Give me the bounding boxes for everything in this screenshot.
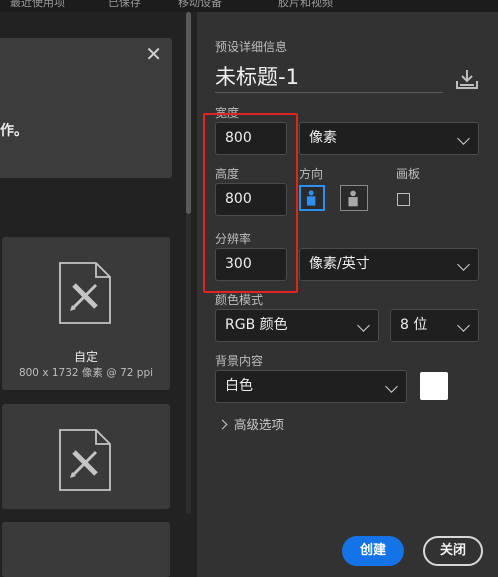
advanced-options-toggle[interactable]: 高级选项 <box>217 414 285 433</box>
landscape-orientation-icon[interactable] <box>340 185 368 211</box>
color-mode-value: RGB 颜色 <box>225 317 288 333</box>
preset-details-panel: 预设详细信息 未标题-1 宽度 800 像素 高度 方向 画板 800 分辨率 … <box>197 12 498 577</box>
tab-recent[interactable]: 最近使用项 <box>10 0 65 10</box>
chevron-down-icon <box>457 258 470 271</box>
chevron-down-icon <box>457 319 470 332</box>
advanced-options-label: 高级选项 <box>234 417 285 432</box>
document-ruler-icon <box>59 262 111 324</box>
artboard-checkbox[interactable] <box>397 193 410 206</box>
new-document-dialog: 最近使用项 已保存 移动设备 胶片和视频 ✕ 作。 自定 800 x 1732 … <box>0 0 498 577</box>
preset-gallery: ✕ 作。 自定 800 x 1732 像素 @ 72 ppi <box>0 12 195 577</box>
width-unit-value: 像素 <box>309 130 337 146</box>
preset-dimensions: 800 x 1732 像素 @ 72 ppi <box>18 367 154 379</box>
chevron-right-icon <box>217 419 228 430</box>
background-select[interactable]: 白色 <box>215 370 407 403</box>
gallery-scrollbar-track[interactable] <box>186 214 191 514</box>
info-banner: ✕ 作。 <box>0 38 172 178</box>
close-button[interactable]: 关闭 <box>423 536 483 566</box>
details-heading: 预设详细信息 <box>215 40 288 54</box>
background-value: 白色 <box>225 378 253 394</box>
resolution-unit-value: 像素/英寸 <box>309 256 370 272</box>
resolution-input[interactable]: 300 <box>215 248 287 281</box>
bit-depth-select[interactable]: 8 位 <box>390 309 479 342</box>
chevron-down-icon <box>385 380 398 393</box>
preset-card-2[interactable] <box>2 404 170 509</box>
chevron-down-icon <box>457 132 470 145</box>
document-ruler-icon <box>59 429 111 491</box>
height-label: 高度 <box>215 167 240 181</box>
width-unit-select[interactable]: 像素 <box>299 122 479 155</box>
height-input[interactable]: 800 <box>215 183 287 216</box>
preset-name: 自定 <box>73 350 98 364</box>
create-button[interactable]: 创建 <box>342 536 404 566</box>
tab-film-video[interactable]: 胶片和视频 <box>278 0 333 10</box>
artboard-label: 画板 <box>396 167 421 181</box>
background-color-swatch[interactable] <box>420 372 448 400</box>
gallery-scrollbar-thumb[interactable] <box>186 12 191 214</box>
preset-tab-strip: 最近使用项 已保存 移动设备 胶片和视频 <box>0 0 498 12</box>
width-input[interactable]: 800 <box>215 122 287 155</box>
preset-card-3[interactable] <box>2 522 170 577</box>
color-mode-select[interactable]: RGB 颜色 <box>215 309 379 342</box>
tab-saved[interactable]: 已保存 <box>108 0 141 10</box>
portrait-orientation-icon[interactable] <box>299 185 325 211</box>
chevron-down-icon <box>357 319 370 332</box>
banner-text: 作。 <box>0 123 28 139</box>
width-label: 宽度 <box>215 106 240 120</box>
close-icon[interactable]: ✕ <box>145 44 162 64</box>
preset-card-custom[interactable]: 自定 800 x 1732 像素 @ 72 ppi <box>2 237 170 390</box>
resolution-unit-select[interactable]: 像素/英寸 <box>299 248 479 281</box>
tab-mobile[interactable]: 移动设备 <box>178 0 222 10</box>
bit-depth-value: 8 位 <box>400 317 428 333</box>
orientation-label: 方向 <box>299 167 324 181</box>
color-mode-label: 颜色模式 <box>215 293 264 307</box>
background-label: 背景内容 <box>215 354 264 368</box>
save-preset-icon[interactable] <box>455 68 479 90</box>
resolution-label: 分辨率 <box>215 232 252 246</box>
document-title-input[interactable]: 未标题-1 <box>215 62 443 93</box>
